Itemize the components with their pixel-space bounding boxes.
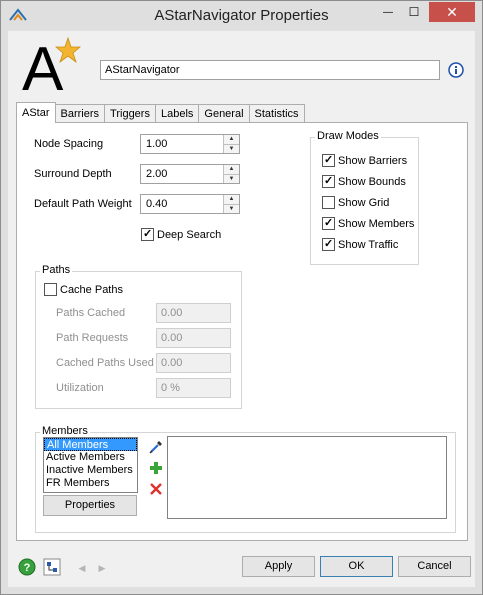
- tab-triggers[interactable]: Triggers: [104, 104, 156, 123]
- show-members-checkbox[interactable]: Show Members: [322, 217, 414, 230]
- members-group: Members All Members Active Members Inact…: [35, 425, 456, 533]
- spin-up-icon[interactable]: ▲: [224, 135, 239, 144]
- paths-group: Paths Cache Paths Paths Cached 0.00 Path…: [35, 264, 242, 409]
- apply-button[interactable]: Apply: [242, 556, 315, 577]
- tab-general[interactable]: General: [198, 104, 250, 123]
- properties-button[interactable]: Properties: [43, 495, 137, 516]
- next-icon[interactable]: ▶: [94, 560, 110, 576]
- tab-barriers[interactable]: Barriers: [54, 104, 106, 123]
- paths-cached-field: 0.00: [156, 303, 231, 323]
- show-members-label: Show Members: [338, 217, 415, 230]
- spin-up-icon[interactable]: ▲: [224, 195, 239, 204]
- title-bar: AStarNavigator Properties — ☐ ✕: [1, 1, 482, 31]
- checkbox-box[interactable]: [322, 175, 335, 188]
- paths-title: Paths: [40, 264, 73, 276]
- help-icon[interactable]: ?: [18, 558, 36, 576]
- cached-paths-used-field: 0.00: [156, 353, 231, 373]
- add-icon[interactable]: [148, 460, 164, 476]
- close-button[interactable]: ✕: [429, 2, 475, 22]
- node-spacing-label: Node Spacing: [34, 138, 104, 150]
- ok-button[interactable]: OK: [320, 556, 393, 577]
- star-icon: [55, 37, 81, 63]
- eyedropper-icon[interactable]: [148, 439, 164, 455]
- spin-up-icon[interactable]: ▲: [224, 165, 239, 174]
- show-grid-checkbox[interactable]: Show Grid: [322, 196, 389, 209]
- utilization-field: 0 %: [156, 378, 231, 398]
- draw-modes-group: Draw Modes Show Barriers Show Bounds Sho…: [310, 130, 419, 265]
- surround-depth-label: Surround Depth: [34, 168, 112, 180]
- members-list[interactable]: All Members Active Members Inactive Memb…: [43, 437, 138, 493]
- cache-paths-checkbox[interactable]: Cache Paths: [44, 283, 123, 296]
- checkbox-box[interactable]: [44, 283, 57, 296]
- show-traffic-label: Show Traffic: [338, 238, 399, 251]
- checkbox-box[interactable]: [322, 217, 335, 230]
- utilization-label: Utilization: [56, 382, 104, 394]
- show-bounds-checkbox[interactable]: Show Bounds: [322, 175, 406, 188]
- deep-search-label: Deep Search: [157, 228, 222, 241]
- previous-icon[interactable]: ◀: [74, 560, 90, 576]
- default-path-weight-value: 0.40: [146, 198, 168, 210]
- draw-modes-title: Draw Modes: [315, 130, 381, 142]
- spin-down-icon[interactable]: ▼: [224, 174, 239, 183]
- cancel-button[interactable]: Cancel: [398, 556, 471, 577]
- dialog-client: A AStar Barriers Triggers Labels General…: [8, 31, 475, 587]
- members-title: Members: [40, 425, 90, 437]
- show-traffic-checkbox[interactable]: Show Traffic: [322, 238, 398, 251]
- close-icon: ✕: [446, 3, 458, 20]
- tree-view-icon[interactable]: [43, 558, 61, 576]
- list-item[interactable]: All Members: [44, 438, 137, 451]
- maximize-icon: ☐: [408, 5, 420, 19]
- show-grid-label: Show Grid: [338, 196, 390, 209]
- list-item[interactable]: Active Members: [44, 451, 137, 464]
- properties-window: AStarNavigator Properties — ☐ ✕ A AStar …: [0, 0, 483, 595]
- paths-cached-label: Paths Cached: [56, 307, 126, 319]
- spin-down-icon[interactable]: ▼: [224, 144, 239, 153]
- astar-tab-panel: Node Spacing 1.00 ▲ ▼ Surround Depth 2.00…: [16, 122, 468, 541]
- path-requests-field: 0.00: [156, 328, 231, 348]
- spin-down-icon[interactable]: ▼: [224, 204, 239, 213]
- surround-depth-spinner[interactable]: 2.00 ▲ ▼: [140, 164, 240, 184]
- tab-strip: AStar Barriers Triggers Labels General S…: [16, 102, 305, 123]
- path-requests-label: Path Requests: [56, 332, 129, 344]
- cached-paths-used-label: Cached Paths Used: [56, 357, 154, 369]
- node-spacing-value: 1.00: [146, 138, 168, 150]
- tab-statistics[interactable]: Statistics: [248, 104, 305, 123]
- object-name-input[interactable]: [100, 60, 440, 80]
- tab-astar[interactable]: AStar: [16, 102, 56, 123]
- show-barriers-label: Show Barriers: [338, 154, 408, 167]
- node-spacing-spinner[interactable]: 1.00 ▲ ▼: [140, 134, 240, 154]
- maximize-button[interactable]: ☐: [401, 2, 427, 22]
- list-item[interactable]: Inactive Members: [44, 464, 137, 477]
- deep-search-checkbox[interactable]: Deep Search: [141, 228, 221, 241]
- list-item[interactable]: FR Members: [44, 477, 137, 490]
- info-icon[interactable]: [448, 62, 464, 78]
- show-barriers-checkbox[interactable]: Show Barriers: [322, 154, 407, 167]
- remove-icon[interactable]: [148, 481, 164, 497]
- minimize-icon: —: [383, 6, 393, 18]
- minimize-button[interactable]: —: [375, 2, 401, 22]
- surround-depth-value: 2.00: [146, 168, 168, 180]
- cache-paths-label: Cache Paths: [60, 283, 123, 296]
- help-glyph: ?: [24, 562, 31, 574]
- show-bounds-label: Show Bounds: [338, 175, 406, 188]
- default-path-weight-label: Default Path Weight: [34, 198, 132, 210]
- checkbox-box[interactable]: [322, 238, 335, 251]
- members-detail-list[interactable]: [167, 436, 447, 519]
- default-path-weight-spinner[interactable]: 0.40 ▲ ▼: [140, 194, 240, 214]
- checkbox-box[interactable]: [322, 196, 335, 209]
- checkbox-box[interactable]: [322, 154, 335, 167]
- checkbox-box[interactable]: [141, 228, 154, 241]
- tab-labels[interactable]: Labels: [154, 104, 200, 123]
